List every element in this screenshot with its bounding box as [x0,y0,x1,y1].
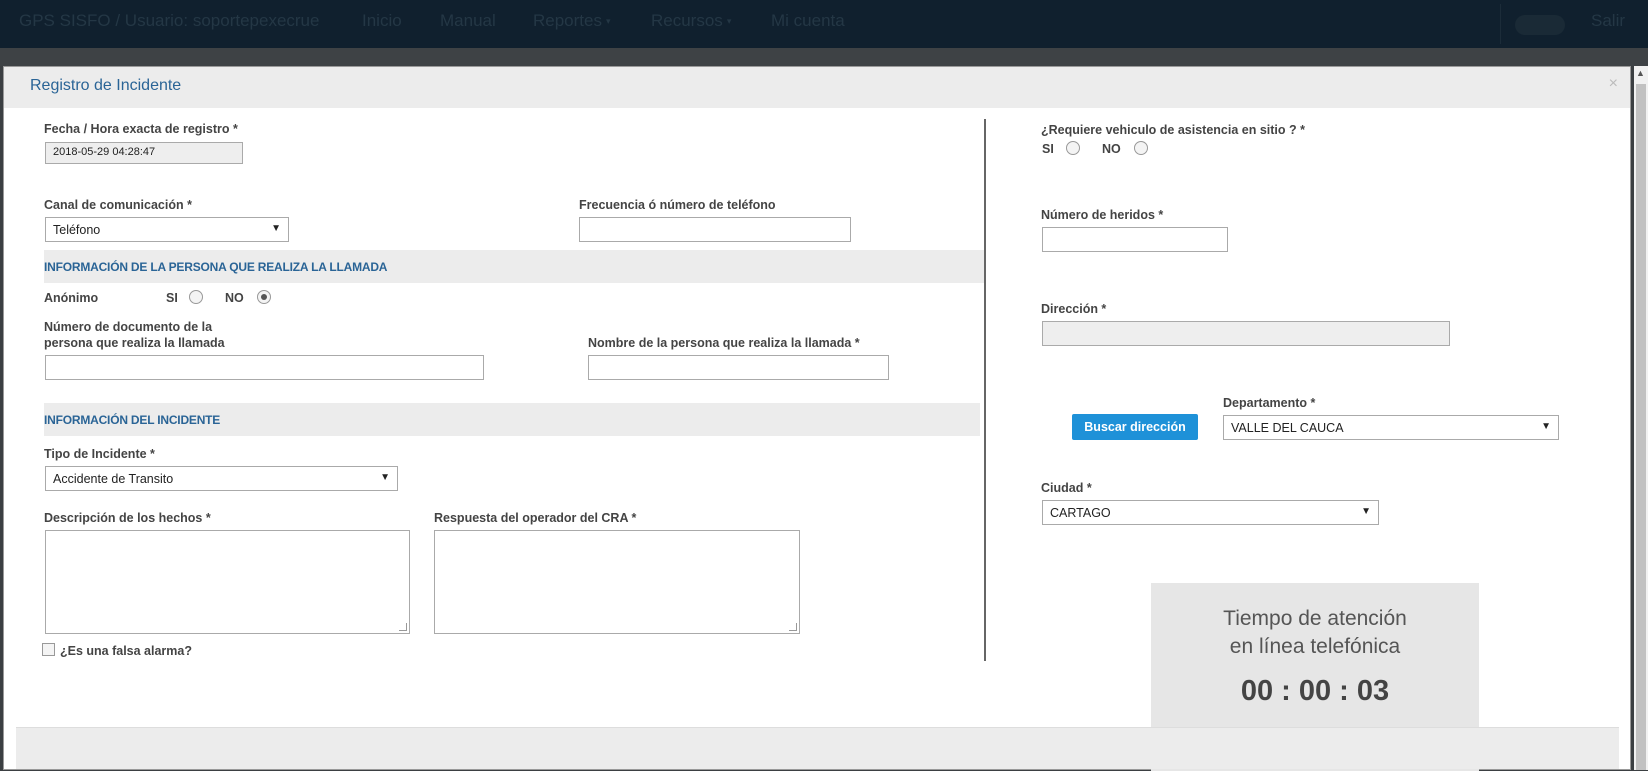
close-icon[interactable]: × [1609,75,1618,93]
vehiculo-si-label: SI [1042,142,1054,156]
section-incidente-title: INFORMACIÓN DEL INCIDENTE [44,413,221,427]
nav-salir[interactable]: Salir [1591,11,1625,31]
vehiculo-no-label: NO [1102,142,1121,156]
nav-recursos[interactable]: Recursos ▾ [651,11,731,31]
modal-header: Registro de Incidente × [4,67,1630,108]
ciudad-select[interactable]: CARTAGO ▼ [1042,500,1379,525]
dropdown-arrow-icon: ▼ [271,223,281,234]
direccion-label: Dirección * [1041,302,1107,316]
nav-manual[interactable]: Manual [440,11,496,31]
buscar-direccion-button[interactable]: Buscar dirección [1072,414,1198,440]
section-persona: INFORMACIÓN DE LA PERSONA QUE REALIZA LA… [44,250,984,283]
nav-reportes-label: Reportes [533,11,602,30]
falsa-alarma-checkbox[interactable] [42,643,55,656]
call-timer-title-line1: Tiempo de atención [1223,607,1407,630]
section-incidente: INFORMACIÓN DEL INCIDENTE [44,403,980,436]
departamento-select-value: VALLE DEL CAUCA [1231,421,1344,435]
respuesta-label: Respuesta del operador del CRA * [434,511,637,525]
company-logo [1515,15,1565,35]
documento-input[interactable] [45,355,484,380]
ciudad-select-value: CARTAGO [1050,506,1111,520]
nav-mi-cuenta[interactable]: Mi cuenta [771,11,845,31]
documento-label: Número de documento de la persona que re… [44,320,225,350]
ciudad-label: Ciudad * [1041,481,1092,495]
vehiculo-no-radio[interactable] [1134,141,1148,155]
vehiculo-label: ¿Requiere vehiculo de asistencia en siti… [1041,123,1305,137]
dropdown-arrow-icon: ▼ [1361,506,1371,517]
dropdown-arrow-icon: ▼ [380,472,390,483]
anonimo-no-radio[interactable] [257,290,271,304]
heridos-label: Número de heridos * [1041,208,1164,222]
vehiculo-si-radio[interactable] [1066,141,1080,155]
departamento-label: Departamento * [1223,396,1316,410]
anonimo-si-radio[interactable] [189,290,203,304]
frecuencia-input[interactable] [579,217,851,242]
scrollbar-thumb[interactable] [1636,84,1646,770]
nombre-input[interactable] [588,355,889,380]
nombre-label: Nombre de la persona que realiza la llam… [588,336,860,350]
frecuencia-label: Frecuencia ó número de teléfono [579,198,776,212]
heridos-input[interactable] [1042,227,1228,252]
canal-select-value: Teléfono [53,223,101,237]
call-timer-title: Tiempo de atención en línea telefónica [1151,605,1479,661]
nav-recursos-label: Recursos [651,11,723,30]
descripcion-label: Descripción de los hechos * [44,511,211,525]
resize-grip-icon[interactable] [789,623,797,631]
chevron-down-icon: ▾ [726,16,732,27]
navbar-divider [1500,4,1501,44]
canal-select[interactable]: Teléfono ▼ [45,217,289,242]
incident-modal: Registro de Incidente × Fecha / Hora exa… [3,66,1631,771]
scroll-up-icon[interactable]: ▲ [1636,68,1645,78]
fecha-label: Fecha / Hora exacta de registro * [44,122,238,136]
anonimo-si-label: SI [166,291,178,305]
descripcion-textarea[interactable] [45,530,410,634]
anonimo-no-label: NO [225,291,244,305]
top-navbar: GPS SISFO / Usuario: soportepexecrue Ini… [0,0,1648,48]
call-timer-value: 00 : 00 : 03 [1240,675,1390,707]
page-scrollbar[interactable]: ▲ [1634,66,1648,770]
direccion-input[interactable] [1042,321,1450,346]
modal-title: Registro de Incidente [30,77,182,94]
canal-label: Canal de comunicación * [44,198,192,212]
section-persona-title: INFORMACIÓN DE LA PERSONA QUE REALIZA LA… [44,260,388,274]
falsa-alarma-label: ¿Es una falsa alarma? [60,644,193,658]
nav-inicio[interactable]: Inicio [362,11,402,31]
brand-title[interactable]: GPS SISFO / Usuario: soportepexecrue [19,11,319,31]
fecha-field[interactable]: 2018-05-29 04:28:47 [45,142,243,164]
tipo-select[interactable]: Accidente de Transito ▼ [45,466,398,491]
modal-footer [16,727,1619,769]
call-timer-title-line2: en línea telefónica [1229,635,1401,658]
dropdown-arrow-icon: ▼ [1541,421,1551,432]
anonimo-label: Anónimo [44,291,99,305]
respuesta-textarea[interactable] [434,530,800,634]
resize-grip-icon[interactable] [399,623,407,631]
tipo-select-value: Accidente de Transito [53,472,174,486]
column-divider [984,119,986,661]
tipo-label: Tipo de Incidente * [44,447,155,461]
nav-reportes[interactable]: Reportes ▾ [533,11,611,31]
departamento-select[interactable]: VALLE DEL CAUCA ▼ [1223,415,1559,440]
chevron-down-icon: ▾ [605,16,611,27]
modal-backdrop [0,48,1648,66]
